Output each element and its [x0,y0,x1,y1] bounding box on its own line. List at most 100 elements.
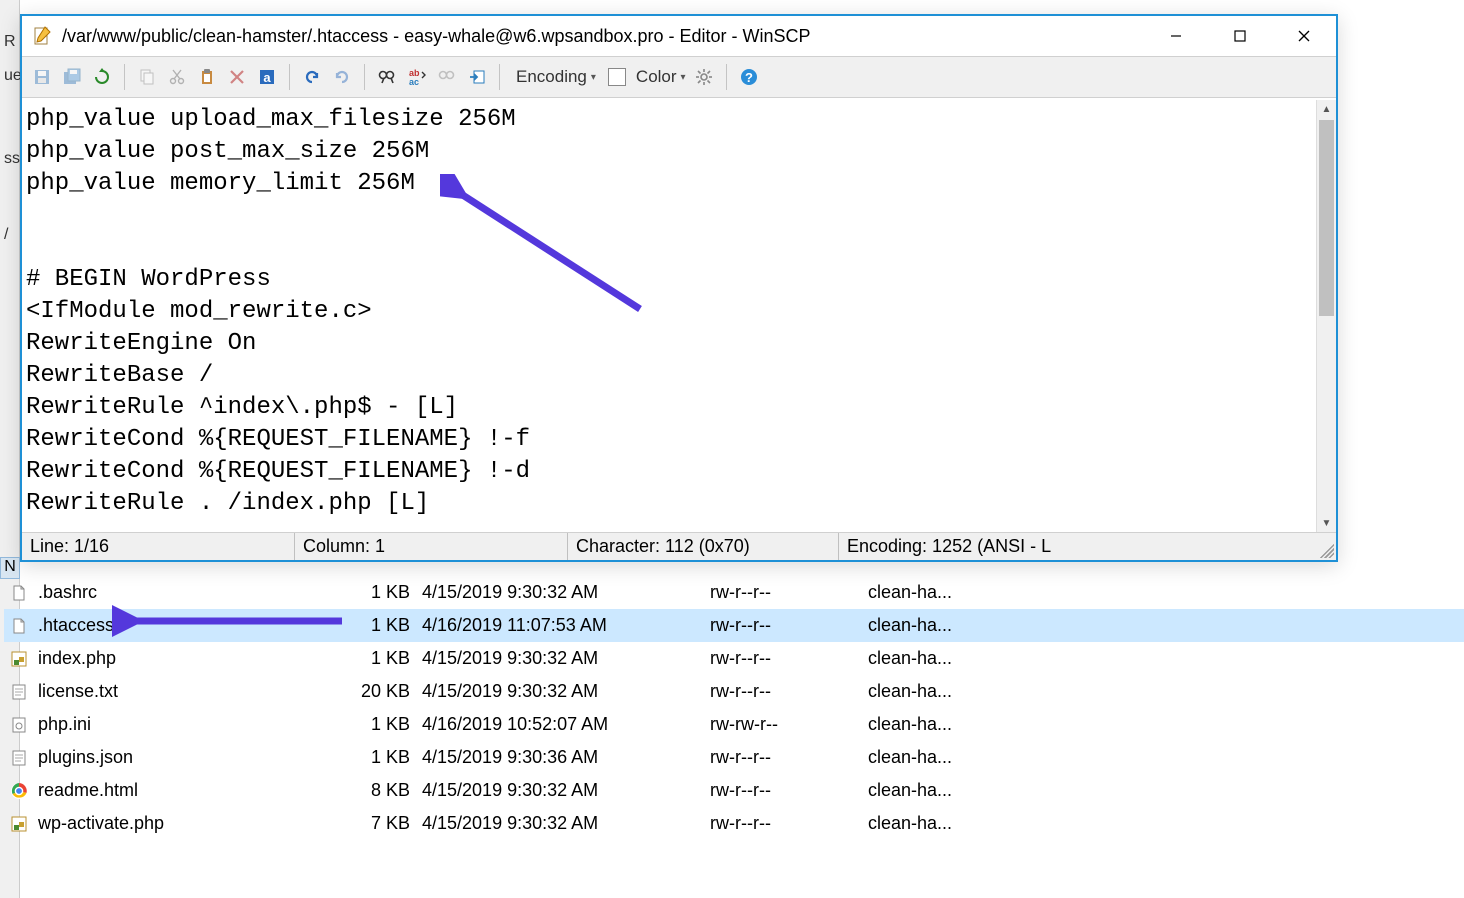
settings-button[interactable] [690,63,718,91]
table-row[interactable]: .htaccess1 KB4/16/2019 11:07:53 AMrw-r--… [4,609,1464,642]
file-owner: clean-ha... [868,648,1068,669]
file-icon [8,747,30,769]
svg-text:a: a [263,70,271,85]
separator [289,64,290,90]
separator [124,64,125,90]
file-icon [8,681,30,703]
reload-button[interactable] [88,63,116,91]
vertical-scrollbar[interactable]: ▲ ▼ [1316,100,1336,532]
color-dropdown[interactable]: Color ▾ [628,67,688,87]
chevron-down-icon: ▾ [591,72,596,83]
copy-button[interactable] [133,63,161,91]
file-icon [8,582,30,604]
file-permissions: rw-r--r-- [710,648,868,669]
replace-button[interactable]: abac [403,63,431,91]
status-column: Column: 1 [295,533,568,560]
color-swatch[interactable] [608,68,626,86]
file-owner: clean-ha... [868,813,1068,834]
color-label: Color [636,67,677,87]
save-all-button[interactable] [58,63,86,91]
bg-fragment: R [4,33,16,51]
file-owner: clean-ha... [868,582,1068,603]
minimize-button[interactable] [1144,16,1208,56]
file-date: 4/16/2019 11:07:53 AM [422,615,710,636]
bg-fragment: / [4,226,8,244]
file-size: 20 KB [346,681,422,702]
separator [499,64,500,90]
file-date: 4/15/2019 9:30:32 AM [422,648,710,669]
save-button[interactable] [28,63,56,91]
help-button[interactable]: ? [735,63,763,91]
encoding-dropdown[interactable]: Encoding▾ [508,67,598,87]
file-name: plugins.json [38,747,133,768]
file-icon [8,780,30,802]
table-row[interactable]: index.php1 KB4/15/2019 9:30:32 AMrw-r--r… [4,642,1464,675]
table-row[interactable]: license.txt20 KB4/15/2019 9:30:32 AMrw-r… [4,675,1464,708]
status-encoding: Encoding: 1252 (ANSI - L [839,533,1336,560]
table-row[interactable]: wp-activate.php7 KB4/15/2019 9:30:32 AMr… [4,807,1464,840]
file-date: 4/15/2019 9:30:32 AM [422,582,710,603]
file-size: 1 KB [346,582,422,603]
table-row[interactable]: plugins.json1 KB4/15/2019 9:30:36 AMrw-r… [4,741,1464,774]
file-size: 7 KB [346,813,422,834]
scroll-up-icon[interactable]: ▲ [1317,100,1336,118]
chevron-down-icon: ▾ [681,72,686,83]
file-icon [8,615,30,637]
table-row[interactable]: readme.html8 KB4/15/2019 9:30:32 AMrw-r-… [4,774,1464,807]
file-size: 1 KB [346,615,422,636]
goto-button[interactable] [463,63,491,91]
file-permissions: rw-r--r-- [710,582,868,603]
find-next-button[interactable] [433,63,461,91]
file-owner: clean-ha... [868,747,1068,768]
statusbar: Line: 1/16 Column: 1 Character: 112 (0x7… [22,532,1336,560]
titlebar[interactable]: /var/www/public/clean-hamster/.htaccess … [22,16,1336,56]
scroll-down-icon[interactable]: ▼ [1317,514,1336,532]
file-permissions: rw-rw-r-- [710,714,868,735]
window-title: /var/www/public/clean-hamster/.htaccess … [62,26,1144,47]
file-size: 1 KB [346,714,422,735]
editor-window: /var/www/public/clean-hamster/.htaccess … [20,14,1338,562]
redo-button[interactable] [328,63,356,91]
file-date: 4/16/2019 10:52:07 AM [422,714,710,735]
status-character: Character: 112 (0x70) [568,533,839,560]
separator [364,64,365,90]
table-row[interactable]: .bashrc 1 KB4/15/2019 9:30:32 AMrw-r--r--… [4,576,1464,609]
editor-body: php_value upload_max_filesize 256M php_v… [22,100,1336,532]
svg-text:ac: ac [409,77,419,86]
maximize-button[interactable] [1208,16,1272,56]
file-permissions: rw-r--r-- [710,681,868,702]
select-all-button[interactable]: a [253,63,281,91]
file-owner: clean-ha... [868,681,1068,702]
close-button[interactable] [1272,16,1336,56]
file-icon [8,714,30,736]
file-date: 4/15/2019 9:30:32 AM [422,780,710,801]
resize-grip[interactable] [1316,540,1334,558]
file-name: .bashrc [38,582,97,603]
find-button[interactable] [373,63,401,91]
table-row[interactable]: php.ini 1 KB4/16/2019 10:52:07 AMrw-rw-r-… [4,708,1464,741]
status-line: Line: 1/16 [22,533,295,560]
file-permissions: rw-r--r-- [710,615,868,636]
toolbar: a abac Encoding▾ Color ▾ ? [22,56,1336,98]
file-permissions: rw-r--r-- [710,780,868,801]
file-size: 1 KB [346,747,422,768]
paste-button[interactable] [193,63,221,91]
bg-fragment: ss [4,150,20,168]
separator [726,64,727,90]
file-list[interactable]: .bashrc1 KB4/15/2019 9:30:32 AMrw-r--r--… [4,576,1464,840]
file-name: wp-activate.php [38,813,164,834]
file-icon [8,813,30,835]
file-size: 1 KB [346,648,422,669]
delete-button[interactable] [223,63,251,91]
file-name: php.ini [38,714,91,735]
cut-button[interactable] [163,63,191,91]
file-icon [8,648,30,670]
undo-button[interactable] [298,63,326,91]
scroll-track[interactable] [1317,318,1336,514]
file-size: 8 KB [346,780,422,801]
scroll-thumb[interactable] [1319,120,1334,316]
file-name: license.txt [38,681,118,702]
code-editor[interactable]: php_value upload_max_filesize 256M php_v… [22,100,1316,532]
file-owner: clean-ha... [868,615,1068,636]
file-permissions: rw-r--r-- [710,747,868,768]
